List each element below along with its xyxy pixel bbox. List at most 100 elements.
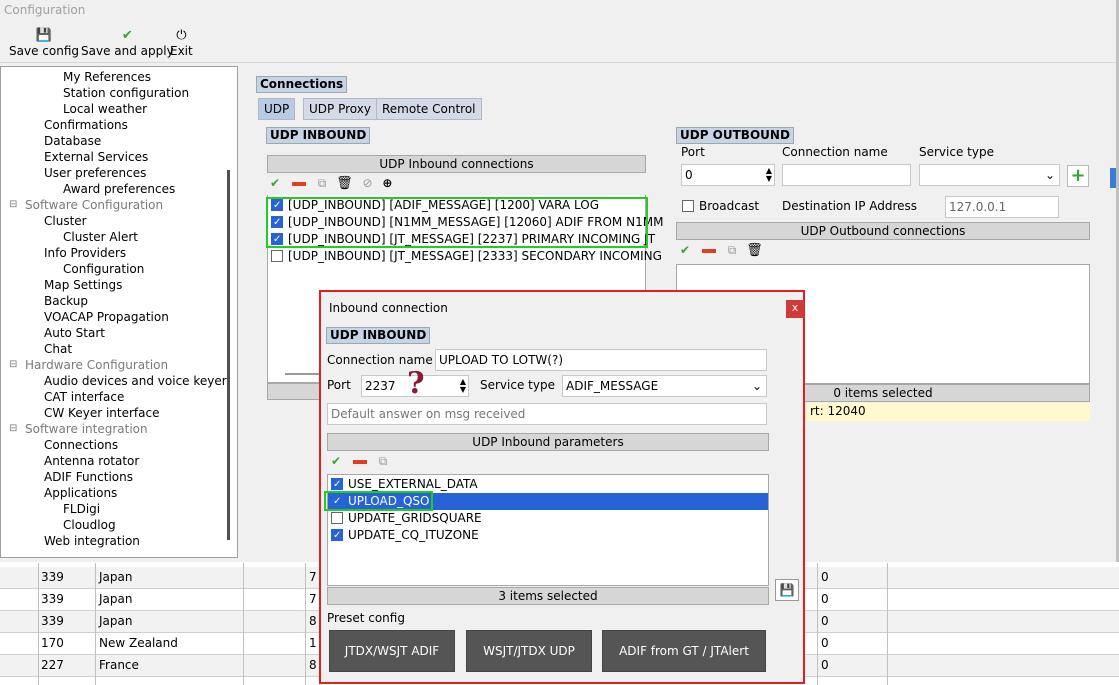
inbound-list-header: UDP Inbound connections (267, 155, 646, 173)
table-cell: Japan (99, 614, 133, 628)
tree-item[interactable]: Map Settings (44, 277, 122, 293)
tree-item[interactable]: Database (44, 133, 101, 149)
out-service-type-select[interactable]: ⌄ (919, 164, 1060, 186)
collapse-icon[interactable]: ⊟ (9, 197, 17, 213)
check-icon[interactable]: ✔ (680, 243, 690, 257)
tree-item[interactable]: Applications (44, 485, 117, 501)
tree-item[interactable]: Software integration (25, 421, 148, 437)
remove-icon[interactable] (352, 459, 367, 464)
spinner-icon[interactable]: ▲ ▼ (460, 378, 466, 394)
preset-adif-gt-jtalert-button[interactable]: ADIF from GT / JTAlert (602, 630, 766, 672)
table-cell: New Zealand (99, 636, 178, 650)
collapse-icon[interactable]: ⊟ (9, 357, 17, 373)
tree-item[interactable]: ADIF Functions (44, 469, 133, 485)
broadcast-check[interactable] (682, 200, 694, 212)
floppy-icon[interactable]: 💾 (775, 579, 799, 601)
out-conn-name-field[interactable] (782, 164, 911, 186)
tree-item[interactable]: Antenna rotator (44, 453, 139, 469)
tree-item[interactable]: CW Keyer interface (44, 405, 159, 421)
param-checkbox[interactable] (331, 527, 343, 544)
tree-item[interactable]: My References (63, 69, 151, 85)
save-apply-button[interactable]: ✔ Save and apply (81, 28, 174, 58)
param-item[interactable]: UPDATE_GRIDSQUARE (328, 510, 768, 527)
tree-item[interactable]: Audio devices and voice keyer (44, 373, 227, 389)
add-button[interactable]: + (1067, 165, 1089, 187)
inbound-connection-dialog: Inbound connection x UDP INBOUND Connect… (319, 290, 805, 684)
params-status: 3 items selected (327, 587, 769, 605)
tree-item[interactable]: Backup (44, 293, 88, 309)
save-apply-label: Save and apply (81, 44, 174, 58)
service-type-value: ADIF_MESSAGE (566, 379, 659, 393)
copy-icon[interactable]: ⧉ (379, 454, 388, 468)
check-icon[interactable]: ✔ (270, 176, 280, 190)
table-cell: 0 (821, 636, 829, 650)
param-checkbox[interactable] (331, 512, 343, 524)
tree-item[interactable]: Local weather (63, 101, 147, 117)
tree-scrollbar[interactable] (227, 170, 230, 540)
out-port-field[interactable]: 0 ▲ ▼ (681, 164, 775, 186)
param-item[interactable]: UPDATE_CQ_ITUZONE (328, 527, 768, 544)
settings-tree[interactable]: My References Station configuration Local … (0, 66, 238, 558)
tab-udp[interactable]: UDP (258, 98, 296, 120)
tree-item[interactable]: Confirmations (44, 117, 128, 133)
close-button[interactable]: x (786, 300, 804, 318)
tree-item[interactable]: Cluster Alert (63, 229, 138, 245)
preset-wsjt-jtdx-udp-button[interactable]: WSJT/JTDX UDP (466, 630, 592, 672)
tab-udp-proxy[interactable]: UDP Proxy (303, 98, 377, 120)
tree-item[interactable]: Cloudlog (63, 517, 116, 533)
tree-item[interactable]: Hardware Configuration (25, 357, 168, 373)
table-cell: 8 (309, 658, 317, 672)
params-toolbar: ✔ ⧉ (331, 454, 411, 470)
default-answer-field[interactable]: Default answer on msg received (327, 403, 767, 425)
trash-icon[interactable]: 🗑 (336, 176, 353, 191)
collapse-icon[interactable]: ⊟ (9, 421, 17, 437)
dest-ip-field[interactable]: 127.0.0.1 (945, 196, 1059, 218)
tree-item[interactable]: Station configuration (63, 85, 189, 101)
param-checkbox[interactable] (331, 476, 343, 493)
table-cell: 339 (41, 592, 64, 606)
tree-item[interactable]: CAT interface (44, 389, 124, 405)
service-type-label: Service type (480, 378, 555, 392)
tree-item[interactable]: Web integration (44, 533, 140, 549)
check-icon[interactable]: ✔ (331, 454, 341, 468)
tree-item[interactable]: User preferences (44, 165, 146, 181)
table-cell: Japan (99, 592, 133, 606)
tree-item[interactable]: Auto Start (44, 325, 105, 341)
copy-icon[interactable]: ⧉ (318, 176, 327, 190)
tree-item[interactable]: Connections (44, 437, 118, 453)
conn-name-field[interactable]: UPLOAD TO LOTW(?) (435, 349, 767, 371)
tab-remote-control[interactable]: Remote Control (376, 98, 482, 120)
disable-icon[interactable]: ⊘ (362, 176, 372, 190)
save-config-button[interactable]: 💾 Save config (9, 28, 79, 58)
question-mark-icon: ? (407, 366, 425, 401)
broadcast-checkbox[interactable]: Broadcast (682, 199, 759, 213)
remove-icon[interactable] (701, 248, 716, 253)
preset-jtdx-wsjt-adif-button[interactable]: JTDX/WSJT ADIF (329, 630, 455, 672)
tree-item[interactable]: Info Providers (44, 245, 126, 261)
param-label: UPDATE_GRIDSQUARE (348, 511, 482, 525)
exit-button[interactable]: ⏻ Exit (170, 28, 193, 58)
service-type-select[interactable]: ADIF_MESSAGE ⌄ (562, 375, 767, 397)
trash-icon[interactable]: 🗑 (746, 243, 763, 258)
tree-item[interactable]: Software Configuration (25, 197, 163, 213)
upload-qso-highlight (324, 491, 433, 511)
out-port-value: 0 (685, 168, 693, 182)
param-label: UPDATE_CQ_ITUZONE (348, 528, 479, 542)
inbound-item-checkbox[interactable] (271, 250, 283, 262)
outbound-list-header: UDP Outbound connections (676, 222, 1090, 240)
add-circle-icon[interactable]: ⊕ (382, 176, 392, 190)
tree-item[interactable]: External Services (44, 149, 148, 165)
toolbar-divider (0, 62, 1116, 63)
tree-item[interactable]: Configuration (63, 261, 144, 277)
copy-icon[interactable]: ⧉ (728, 243, 737, 257)
remove-icon[interactable] (291, 181, 306, 186)
out-conn-name-label: Connection name (782, 145, 888, 159)
side-tab[interactable] (1110, 168, 1116, 188)
tree-item[interactable]: Award preferences (63, 181, 175, 197)
spinner-icon[interactable]: ▲ ▼ (766, 167, 772, 183)
tree-item[interactable]: Chat (44, 341, 72, 357)
inbound-item[interactable]: [UDP_INBOUND] [JT_MESSAGE] [2333] SECOND… (271, 248, 662, 265)
tree-item[interactable]: FLDigi (63, 501, 100, 517)
tree-item[interactable]: Cluster (44, 213, 87, 229)
tree-item[interactable]: VOACAP Propagation (44, 309, 169, 325)
